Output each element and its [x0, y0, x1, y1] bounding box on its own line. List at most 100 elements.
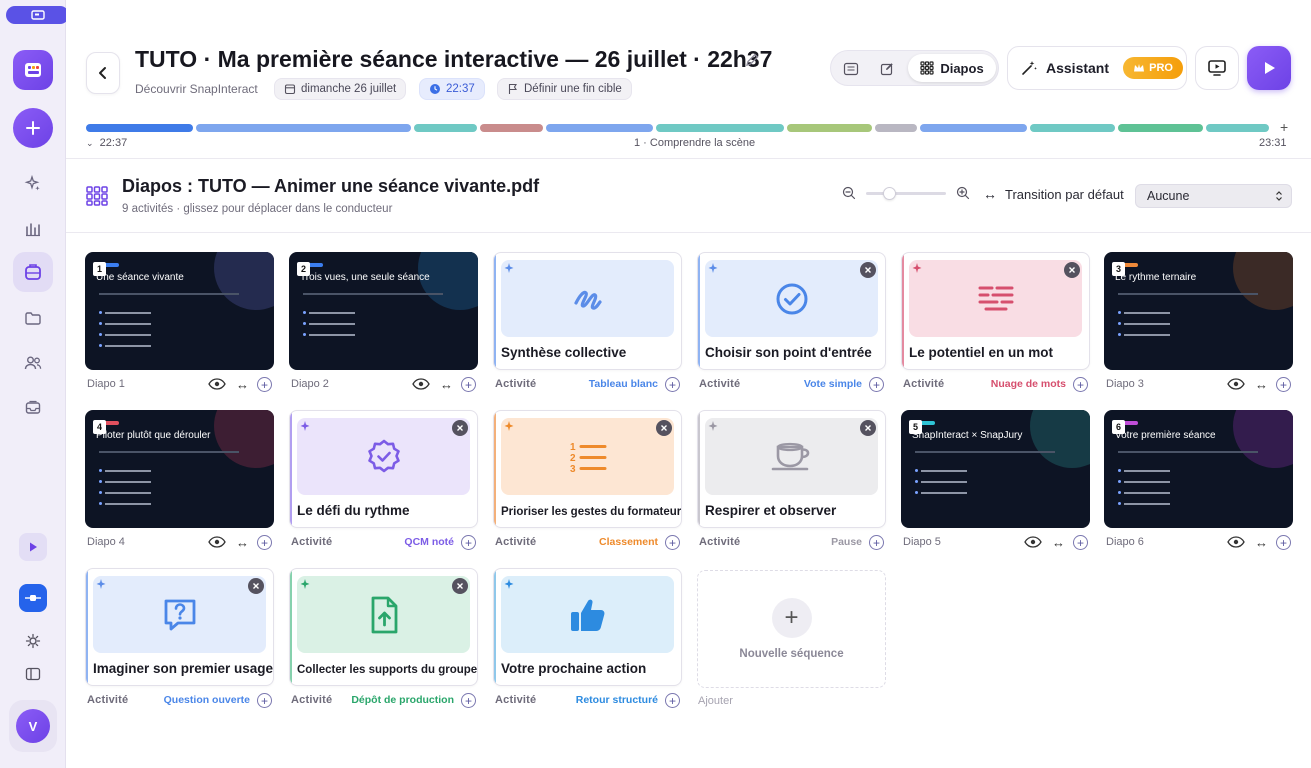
timeline-start[interactable]: ⌄ 22:37 — [86, 137, 127, 149]
present-button[interactable] — [1195, 46, 1239, 90]
activity-card[interactable]: Votre prochaine action — [493, 568, 682, 686]
activity-card[interactable]: Synthèse collective — [493, 252, 682, 370]
slide-card[interactable]: 1 Une séance vivante — [85, 252, 274, 370]
transition-icon[interactable]: ↔ — [236, 535, 249, 550]
timeline-segment[interactable] — [546, 124, 653, 132]
timeline-segment[interactable] — [480, 124, 543, 132]
timeline-segment[interactable] — [656, 124, 784, 132]
eye-icon[interactable] — [208, 536, 226, 548]
eye-icon[interactable] — [1227, 378, 1245, 390]
activity-card[interactable]: Respirer et observer — [697, 410, 886, 528]
time-chip[interactable]: 22:37 — [419, 78, 485, 100]
slide-card[interactable]: 2 Trois vues, une seule séance — [289, 252, 478, 370]
add-after-button[interactable]: + — [1276, 535, 1291, 550]
timeline-segment[interactable] — [875, 124, 917, 132]
timeline-segment[interactable] — [1030, 124, 1115, 132]
assistant-button[interactable]: Assistant PRO — [1007, 46, 1187, 90]
timeline-segment[interactable] — [787, 124, 872, 132]
activity-card[interactable]: Le potentiel en un mot — [901, 252, 1090, 370]
slide-card[interactable]: 3 Le rythme ternaire — [1104, 252, 1293, 370]
transition-select-value: Aucune — [1147, 189, 1190, 203]
slide-bullet — [1118, 322, 1178, 325]
view-slides-button[interactable]: Diapos — [908, 54, 996, 82]
slide-card[interactable]: 4 Piloter plutôt que dérouler — [85, 410, 274, 528]
zoom-out-icon[interactable] — [842, 186, 856, 200]
zoom-in-icon[interactable] — [956, 186, 970, 200]
theme-toggle[interactable] — [21, 629, 45, 653]
add-after-button[interactable]: + — [665, 693, 680, 708]
add-after-button[interactable]: + — [1073, 377, 1088, 392]
add-after-button[interactable]: + — [461, 377, 476, 392]
session-timeline[interactable] — [86, 124, 1276, 132]
sidebar-item-inbox[interactable] — [21, 396, 45, 420]
transition-icon[interactable]: ↔ — [1255, 535, 1268, 550]
transition-icon[interactable]: ↔ — [236, 377, 249, 392]
remove-activity-button[interactable] — [452, 578, 468, 594]
activity-type: Nuage de mots — [990, 378, 1066, 390]
view-edit-button[interactable] — [875, 57, 899, 81]
timeline-segment[interactable] — [414, 124, 477, 132]
window-switch-button[interactable] — [6, 6, 69, 24]
sidebar-item-sessions[interactable] — [13, 252, 53, 292]
date-chip[interactable]: dimanche 26 juillet — [274, 78, 407, 100]
sidebar-item-folders[interactable] — [21, 306, 45, 330]
add-after-button[interactable]: + — [1276, 377, 1291, 392]
timeline-segment[interactable] — [1118, 124, 1203, 132]
eye-icon[interactable] — [208, 378, 226, 390]
add-after-button[interactable]: + — [257, 693, 272, 708]
zoom-slider[interactable] — [866, 186, 946, 200]
timeline-segment[interactable] — [86, 124, 193, 132]
add-after-button[interactable]: + — [869, 535, 884, 550]
sidebar-connect-button[interactable] — [19, 584, 47, 612]
create-button[interactable] — [13, 108, 53, 148]
add-after-button[interactable]: + — [461, 693, 476, 708]
new-sequence-button[interactable]: + Nouvelle séquence — [697, 570, 886, 688]
transition-icon[interactable]: ↔ — [440, 377, 453, 392]
eye-icon[interactable] — [1024, 536, 1042, 548]
timeline-add-button[interactable]: + — [1280, 119, 1288, 135]
transition-icon[interactable]: ↔ — [1052, 535, 1065, 550]
end-target-chip[interactable]: Définir une fin cible — [497, 78, 632, 100]
slide-label: Diapo 6 — [1106, 536, 1144, 548]
add-after-button[interactable]: + — [461, 535, 476, 550]
activity-card[interactable]: Imaginer son premier usage — [85, 568, 274, 686]
timeline-segment[interactable] — [196, 124, 411, 132]
add-after-button[interactable]: + — [665, 535, 680, 550]
slide-card[interactable]: 5 SnapInteract × SnapJury — [901, 410, 1090, 528]
sidebar-play-button[interactable] — [19, 533, 47, 561]
activity-card[interactable]: Choisir son point d'entrée — [697, 252, 886, 370]
view-outline-button[interactable] — [839, 57, 863, 81]
slide-card[interactable]: 6 Votre première séance — [1104, 410, 1293, 528]
zoom-slider-handle[interactable] — [882, 186, 896, 200]
back-button[interactable] — [86, 52, 120, 94]
activity-card[interactable]: Collecter les supports du groupe — [289, 568, 478, 686]
remove-activity-button[interactable] — [248, 578, 264, 594]
remove-activity-button[interactable] — [656, 420, 672, 436]
add-after-button[interactable]: + — [1073, 535, 1088, 550]
add-after-button[interactable]: + — [869, 377, 884, 392]
eye-icon[interactable] — [412, 378, 430, 390]
transition-select[interactable]: Aucune — [1135, 184, 1292, 208]
whiteboard-scribble-icon — [573, 290, 602, 310]
remove-activity-button[interactable] — [860, 420, 876, 436]
add-after-button[interactable]: + — [257, 377, 272, 392]
remove-activity-button[interactable] — [860, 262, 876, 278]
app-logo[interactable] — [13, 50, 53, 90]
add-after-button[interactable]: + — [665, 377, 680, 392]
sidebar-item-stats[interactable] — [21, 217, 45, 241]
remove-activity-button[interactable] — [1064, 262, 1080, 278]
sidebar-item-ai[interactable] — [21, 172, 45, 196]
timeline-segment[interactable] — [1206, 124, 1269, 132]
add-after-button[interactable]: + — [257, 535, 272, 550]
activity-card[interactable]: Le défi du rythme — [289, 410, 478, 528]
collapse-sidebar-button[interactable] — [21, 662, 45, 686]
activity-card[interactable]: 123 Prioriser les gestes du formateur — [493, 410, 682, 528]
user-menu[interactable]: V — [9, 700, 57, 752]
sidebar-item-users[interactable] — [21, 351, 45, 375]
timeline-segment[interactable] — [920, 124, 1027, 132]
eye-icon[interactable] — [1227, 536, 1245, 548]
edit-title-icon[interactable] — [744, 52, 760, 68]
remove-activity-button[interactable] — [452, 420, 468, 436]
transition-icon[interactable]: ↔ — [1255, 377, 1268, 392]
start-session-button[interactable] — [1247, 46, 1291, 90]
